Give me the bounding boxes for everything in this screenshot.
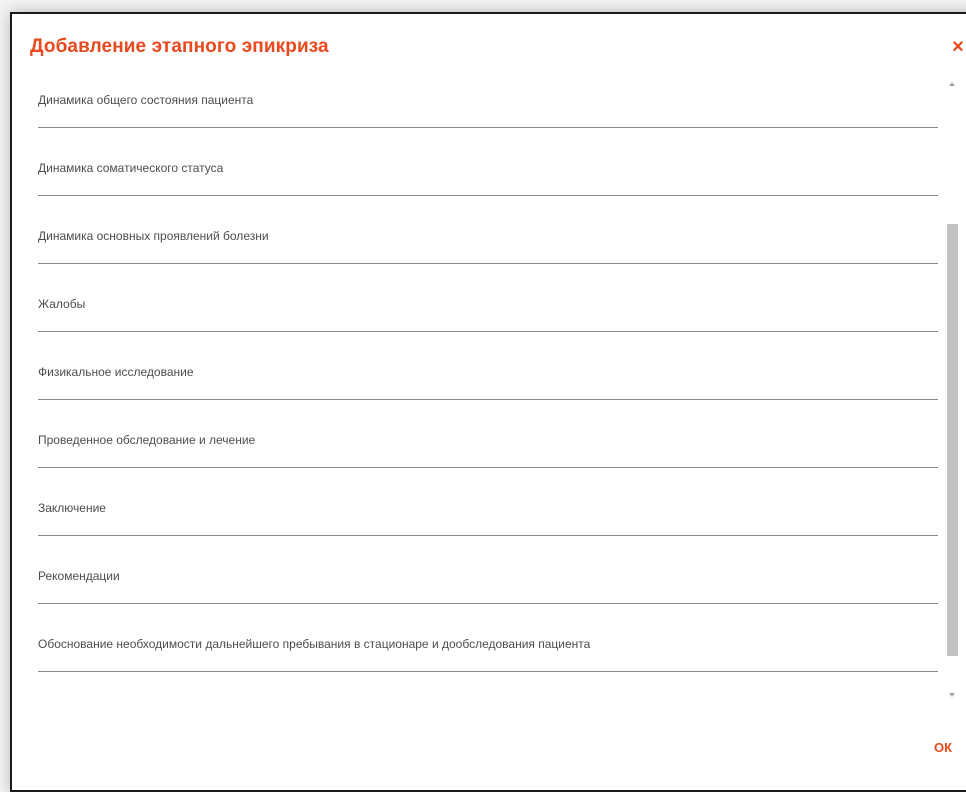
add-epicrisis-dialog: Добавление этапного эпикриза × Динамика … (10, 12, 966, 792)
form-fields: Динамика общего состояния пациента Динам… (38, 80, 938, 692)
field-somatic-status[interactable]: Динамика соматического статуса (38, 148, 938, 216)
field-label: Динамика общего состояния пациента (38, 93, 254, 107)
field-label: Динамика соматического статуса (38, 161, 224, 175)
field-label: Заключение (38, 501, 106, 515)
field-underline (38, 127, 938, 128)
scroll-up-arrow-icon[interactable] (949, 82, 955, 86)
field-label: Рекомендации (38, 569, 120, 583)
field-complaints[interactable]: Жалобы (38, 284, 938, 352)
field-label: Обоснование необходимости дальнейшего пр… (38, 637, 591, 651)
field-underline (38, 671, 938, 672)
field-underline (38, 399, 938, 400)
field-underline (38, 195, 938, 196)
field-label: Жалобы (38, 297, 86, 311)
vertical-scrollbar[interactable] (946, 77, 959, 702)
scroll-down-arrow-icon[interactable] (949, 693, 955, 697)
field-conclusion[interactable]: Заключение (38, 488, 938, 556)
field-general-condition[interactable]: Динамика общего состояния пациента (38, 80, 938, 148)
field-disease-manifestations[interactable]: Динамика основных проявлений болезни (38, 216, 938, 284)
field-underline (38, 603, 938, 604)
field-further-stay-justification[interactable]: Обоснование необходимости дальнейшего пр… (38, 624, 938, 692)
field-examination-and-treatment[interactable]: Проведенное обследование и лечение (38, 420, 938, 488)
close-icon[interactable]: × (948, 36, 966, 58)
field-label: Проведенное обследование и лечение (38, 433, 256, 447)
field-label: Динамика основных проявлений болезни (38, 229, 269, 243)
field-underline (38, 467, 938, 468)
field-physical-examination[interactable]: Физикальное исследование (38, 352, 938, 420)
field-label: Физикальное исследование (38, 365, 194, 379)
dialog-title: Добавление этапного эпикриза (30, 36, 329, 57)
field-recommendations[interactable]: Рекомендации (38, 556, 938, 624)
field-underline (38, 535, 938, 536)
field-underline (38, 263, 938, 264)
field-underline (38, 331, 938, 332)
scrollbar-thumb[interactable] (947, 224, 958, 656)
ok-button[interactable]: ОК (934, 740, 952, 755)
